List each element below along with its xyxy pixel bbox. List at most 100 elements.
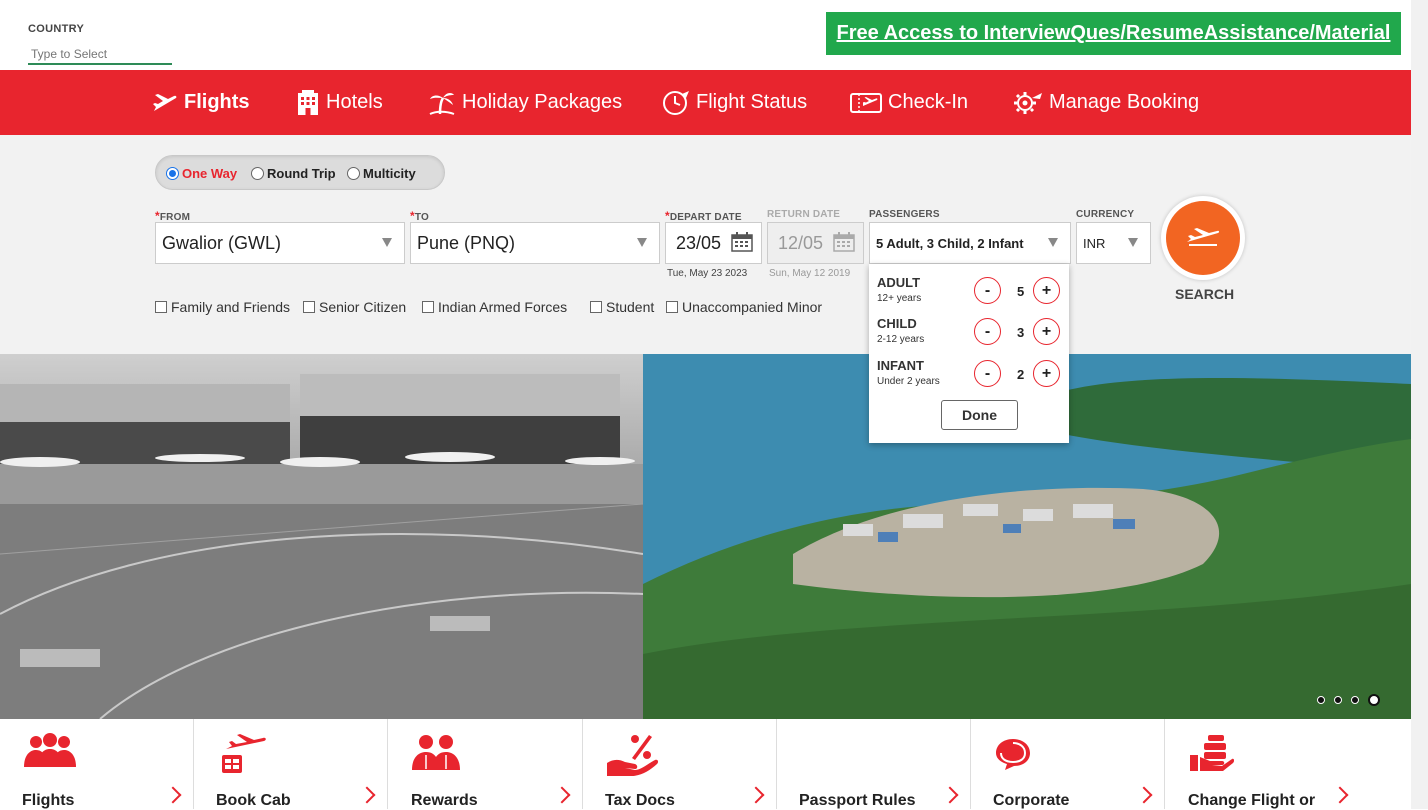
tile-label: Flights	[22, 792, 75, 809]
tile-label: Corporate	[993, 792, 1070, 809]
calendar-icon[interactable]	[833, 232, 855, 252]
radio-label: One Way	[182, 166, 238, 181]
gear-plane-icon	[1014, 91, 1042, 114]
tile-rewards[interactable]: Rewards	[389, 719, 583, 809]
depart-value: 23/05	[676, 232, 722, 253]
tile-label: Passport Rules	[799, 792, 916, 809]
chevron-down-icon	[1048, 238, 1058, 247]
currency-select[interactable]: INR	[1076, 222, 1151, 264]
checkbox-unaccompanied-minor[interactable]: Unaccompanied Minor	[666, 299, 822, 315]
tile-change-flight[interactable]: Change Flight or	[1166, 719, 1360, 809]
child-plus-button[interactable]: +	[1033, 318, 1060, 345]
airport-image	[0, 354, 644, 719]
users-icon	[412, 735, 460, 770]
nav-label: Flights	[184, 91, 250, 113]
to-label: *TO	[410, 209, 429, 223]
airport-illustration	[0, 354, 644, 719]
depart-date-full: Tue, May 23 2023	[667, 268, 748, 279]
nav-label: Check-In	[888, 91, 969, 113]
chevron-down-icon	[382, 238, 392, 247]
infant-label: INFANT	[877, 358, 924, 373]
done-button[interactable]: Done	[941, 400, 1018, 430]
from-label: *FROM	[155, 209, 190, 223]
chevron-right-icon	[941, 786, 959, 804]
checkbox-box	[422, 301, 434, 313]
search-button[interactable]	[1161, 196, 1245, 280]
plane-icon	[153, 93, 177, 111]
nav-hotels[interactable]: Hotels	[296, 70, 383, 135]
tile-tax-docs[interactable]: Tax Docs	[583, 719, 777, 809]
quick-links: Flights Book Cab Rewards Tax Docs Passpo…	[0, 719, 1411, 809]
checkbox-label: Indian Armed Forces	[438, 299, 568, 315]
scrollbar[interactable]	[1411, 0, 1428, 809]
hero-carousel	[0, 354, 1411, 719]
chevron-right-icon	[164, 786, 182, 804]
child-sub: 2-12 years	[877, 334, 925, 345]
radio-one-way[interactable]: One Way	[166, 166, 237, 181]
passengers-dropdown: ADULT 12+ years - 5 + CHILD 2-12 years -…	[869, 264, 1069, 443]
return-label: RETURN DATE	[767, 209, 841, 220]
infant-count: 2	[1017, 367, 1025, 382]
chevron-down-icon	[1128, 238, 1138, 247]
checkbox-family-friends[interactable]: Family and Friends	[155, 299, 290, 315]
chevron-right-icon	[1135, 786, 1153, 804]
tile-book-cab[interactable]: Book Cab	[194, 719, 388, 809]
currency-value: INR	[1083, 235, 1106, 251]
radio-round-trip[interactable]: Round Trip	[251, 166, 336, 181]
nav-label: Hotels	[326, 91, 383, 113]
checkbox-box	[666, 301, 678, 313]
passengers-select[interactable]: 5 Adult, 3 Child, 2 Infant	[869, 222, 1071, 264]
currency-label: CURRENCY	[1076, 209, 1135, 220]
tile-passport-rules[interactable]: Passport Rules	[777, 719, 971, 809]
to-select[interactable]: Pune (PNQ)	[410, 222, 660, 264]
nav-holiday-packages[interactable]: Holiday Packages	[428, 70, 622, 135]
return-value: 12/05	[778, 232, 824, 253]
hand-coins-icon	[1190, 735, 1234, 771]
chevron-right-icon	[358, 786, 376, 804]
top-bar: COUNTRY Free Access to InterviewQues/Res…	[0, 0, 1428, 70]
carousel-dot[interactable]	[1317, 696, 1325, 704]
child-minus-button[interactable]: -	[974, 318, 1001, 345]
adult-plus-button[interactable]: +	[1033, 277, 1060, 304]
checkbox-label: Family and Friends	[171, 299, 291, 315]
chevron-right-icon	[747, 786, 765, 804]
chevron-right-icon	[553, 786, 571, 804]
child-row: CHILD 2-12 years - 3 +	[877, 316, 1062, 352]
return-date-field[interactable]: 12/05	[767, 222, 864, 264]
adult-row: ADULT 12+ years - 5 +	[877, 275, 1062, 311]
radio-multicity[interactable]: Multicity	[347, 166, 416, 181]
ticket-icon	[850, 92, 882, 113]
from-value: Gwalior (GWL)	[162, 232, 282, 253]
country-input[interactable]	[28, 44, 172, 65]
infant-plus-button[interactable]: +	[1033, 360, 1060, 387]
checkbox-box	[303, 301, 315, 313]
tile-corporate[interactable]: Corporate	[971, 719, 1165, 809]
nav-flight-status[interactable]: Flight Status	[662, 70, 807, 135]
depart-date-field[interactable]: 23/05	[665, 222, 762, 264]
nav-check-in[interactable]: Check-In	[850, 70, 968, 135]
carousel-dot-active[interactable]	[1368, 694, 1380, 706]
from-select[interactable]: Gwalior (GWL)	[155, 222, 405, 264]
checkbox-student[interactable]: Student	[590, 299, 654, 315]
trip-type-selector: One Way Round Trip Multicity	[155, 155, 445, 190]
infant-minus-button[interactable]: -	[974, 360, 1001, 387]
promo-link[interactable]: Free Access to InterviewQues/ResumeAssis…	[826, 12, 1401, 55]
checkbox-armed-forces[interactable]: Indian Armed Forces	[422, 299, 567, 315]
calendar-icon[interactable]	[731, 232, 753, 252]
radio-label: Multicity	[363, 166, 416, 181]
nav-manage-booking[interactable]: Manage Booking	[1013, 70, 1199, 135]
radio-dot	[166, 167, 179, 180]
checkbox-senior-citizen[interactable]: Senior Citizen	[303, 299, 406, 315]
depart-label: *DEPART DATE	[665, 209, 742, 223]
adult-minus-button[interactable]: -	[974, 277, 1001, 304]
tile-label: Change Flight or	[1188, 792, 1316, 809]
search-panel: One Way Round Trip Multicity *FROM Gwali…	[0, 135, 1411, 354]
adult-label: ADULT	[877, 275, 921, 290]
nav-label: Flight Status	[696, 91, 808, 113]
tile-flights[interactable]: Flights	[0, 719, 194, 809]
palm-tree-icon	[429, 92, 455, 115]
carousel-dot[interactable]	[1334, 696, 1342, 704]
carousel-dot[interactable]	[1351, 696, 1359, 704]
nav-flights[interactable]: Flights	[152, 70, 250, 135]
clock-plane-icon	[663, 90, 689, 115]
